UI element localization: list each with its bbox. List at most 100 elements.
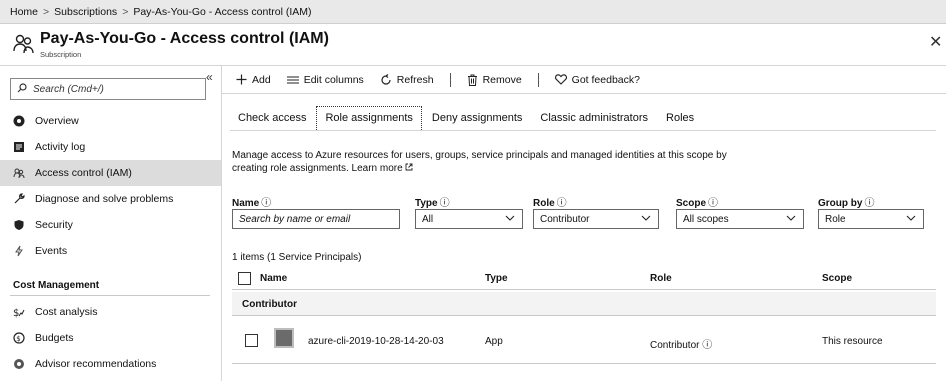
external-link-icon — [405, 163, 413, 174]
lightning-icon — [13, 245, 25, 257]
name-search-input[interactable]: Search by name or email — [232, 209, 400, 229]
sidebar: Search (Cmd+/) « Overview Activity log A… — [0, 66, 222, 381]
sidebar-item-diagnose[interactable]: Diagnose and solve problems — [0, 186, 221, 212]
scope-dropdown-value: All scopes — [683, 213, 729, 225]
sidebar-item-label: Budgets — [35, 332, 74, 344]
remove-label: Remove — [482, 73, 522, 86]
edit-columns-button[interactable]: Edit columns — [286, 73, 364, 86]
svg-text:$: $ — [16, 335, 20, 343]
sidebar-item-security[interactable]: Security — [0, 212, 221, 238]
sidebar-item-label: Events — [35, 245, 68, 257]
group-by-dropdown[interactable]: Role — [818, 209, 924, 229]
sidebar-item-label: Access control (IAM) — [35, 167, 132, 179]
tab-role-assignments[interactable]: Role assignments — [316, 106, 422, 130]
description-text: Manage access to Azure resources for use… — [232, 150, 727, 174]
collapse-sidebar-button[interactable]: « — [206, 70, 213, 84]
type-filter-label-text: Type — [415, 198, 438, 209]
column-header-name[interactable]: Name — [260, 273, 287, 284]
search-input[interactable]: Search (Cmd+/) — [10, 78, 206, 100]
trash-icon — [467, 74, 478, 86]
row-checkbox[interactable] — [245, 334, 258, 347]
app-avatar — [274, 328, 294, 348]
budgets-icon: $ — [13, 332, 25, 344]
tab-deny-assignments[interactable]: Deny assignments — [424, 107, 531, 130]
sidebar-item-activity-log[interactable]: Activity log — [0, 134, 221, 160]
group-by-dropdown-value: Role — [825, 213, 846, 225]
type-dropdown[interactable]: All — [415, 209, 523, 229]
scope-filter-label-text: Scope — [676, 198, 707, 209]
table-row[interactable]: azure-cli-2019-10-28-14-20-03 App Contri… — [232, 318, 936, 364]
table-header: Name Type Role Scope — [232, 268, 936, 290]
sidebar-item-events[interactable]: Events — [0, 238, 221, 264]
sidebar-item-label: Overview — [35, 115, 79, 127]
items-count: 1 items (1 Service Principals) — [232, 252, 362, 263]
breadcrumb-home[interactable]: Home — [10, 6, 38, 18]
tab-bar: Check access Role assignments Deny assig… — [230, 104, 704, 130]
feedback-label: Got feedback? — [571, 73, 640, 86]
role-filter-label-text: Role — [533, 198, 555, 209]
sidebar-item-label: Advisor recommendations — [35, 358, 157, 370]
plus-icon — [236, 74, 247, 85]
search-icon — [17, 82, 27, 96]
column-header-role[interactable]: Role — [650, 273, 672, 284]
edit-columns-label: Edit columns — [303, 73, 364, 86]
chevron-down-icon — [906, 214, 916, 225]
select-all-checkbox[interactable] — [238, 272, 251, 285]
row-role-text: Contributor — [650, 340, 700, 351]
add-label: Add — [252, 73, 271, 86]
page-title: Pay-As-You-Go - Access control (IAM) — [40, 30, 329, 47]
name-filter-label-text: Name — [232, 198, 260, 209]
sidebar-item-cost-analysis[interactable]: $ Cost analysis — [0, 299, 221, 325]
breadcrumb-current: Pay-As-You-Go - Access control (IAM) — [133, 5, 312, 18]
column-header-scope[interactable]: Scope — [822, 273, 852, 284]
name-search-placeholder: Search by name or email — [239, 213, 351, 225]
page-subtitle: Subscription — [40, 50, 82, 59]
remove-button[interactable]: Remove — [467, 74, 522, 86]
breadcrumb-subscriptions[interactable]: Subscriptions — [54, 6, 117, 18]
name-filter-label: Name ⓘ — [232, 194, 271, 209]
people-icon — [12, 32, 36, 56]
row-name[interactable]: azure-cli-2019-10-28-14-20-03 — [308, 336, 444, 347]
toolbar: Add Edit columns Refresh Remove Got feed… — [222, 66, 946, 94]
sidebar-item-overview[interactable]: Overview — [0, 108, 221, 134]
description: Manage access to Azure resources for use… — [232, 149, 752, 175]
sidebar-item-budgets[interactable]: $ Budgets — [0, 325, 221, 351]
svg-text:$: $ — [13, 308, 19, 318]
column-header-type[interactable]: Type — [485, 273, 508, 284]
refresh-button[interactable]: Refresh — [380, 74, 434, 86]
learn-more-link[interactable]: Learn more — [352, 163, 403, 174]
sidebar-item-label: Security — [35, 219, 73, 231]
sidebar-item-access-control[interactable]: Access control (IAM) — [0, 160, 221, 186]
role-filter-label: Role ⓘ — [533, 194, 567, 209]
add-button[interactable]: Add — [236, 74, 271, 86]
refresh-label: Refresh — [396, 73, 434, 86]
role-dropdown-value: Contributor — [540, 213, 590, 225]
sidebar-item-advisor[interactable]: Advisor recommendations — [0, 351, 221, 377]
info-icon: ⓘ — [556, 198, 567, 209]
sidebar-item-label: Cost analysis — [35, 306, 98, 318]
refresh-icon — [380, 73, 392, 86]
group-by-filter-label-text: Group by — [818, 198, 863, 209]
info-icon[interactable]: ⓘ — [702, 340, 712, 351]
advisor-icon — [13, 358, 25, 370]
group-by-filter-label: Group by ⓘ — [818, 194, 874, 209]
row-role: Contributor ⓘ — [650, 336, 712, 351]
group-header-row: Contributor — [232, 292, 936, 316]
scope-dropdown[interactable]: All scopes — [676, 209, 804, 229]
tabs-underline — [230, 130, 936, 131]
tab-check-access[interactable]: Check access — [230, 107, 314, 130]
sidebar-item-label: Diagnose and solve problems — [35, 193, 174, 205]
toolbar-divider — [537, 72, 539, 87]
tab-classic-administrators[interactable]: Classic administrators — [532, 107, 656, 130]
scope-filter-label: Scope ⓘ — [676, 194, 718, 209]
tab-roles[interactable]: Roles — [658, 107, 702, 130]
overview-icon — [13, 115, 25, 127]
feedback-button[interactable]: Got feedback? — [554, 73, 640, 86]
type-filter-label: Type ⓘ — [415, 194, 450, 209]
close-icon[interactable]: ✕ — [929, 32, 942, 52]
heart-icon — [554, 74, 567, 85]
chevron-down-icon — [641, 214, 651, 225]
role-dropdown[interactable]: Contributor — [533, 209, 659, 229]
shield-icon — [13, 219, 25, 231]
row-scope: This resource — [822, 336, 883, 347]
